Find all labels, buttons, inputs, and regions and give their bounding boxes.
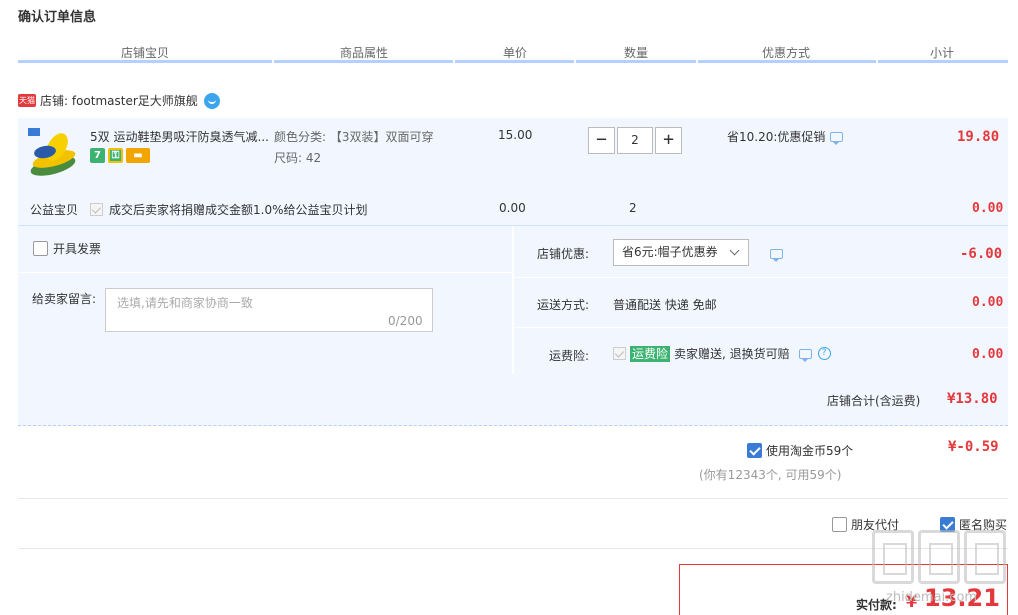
product-title[interactable]: 5双 运动鞋垫男吸汗防臭透气减...: [90, 128, 268, 145]
insurance-checkbox: [613, 347, 626, 360]
col-header-qty: 数量: [624, 46, 649, 60]
coupon-value: 省6元:帽子优惠券: [622, 245, 718, 259]
store-total-amount: ¥13.80: [947, 391, 998, 407]
message-placeholder: 选填,请先和商家协商一致: [117, 296, 253, 310]
shipping-amount: 0.00: [972, 295, 1004, 310]
attr-color: 颜色分类: 【3双装】双面可穿: [274, 130, 434, 144]
promo-info: 省10.20:优惠促销: [727, 128, 844, 145]
charity-price: 0.00: [499, 201, 526, 215]
charity-checkbox: [90, 203, 103, 216]
charity-subtotal: 0.00: [972, 201, 1004, 216]
insurance-text: 卖家赠送, 退换货可赔: [674, 347, 790, 361]
seven-day-return-icon: 7: [90, 148, 105, 163]
charity-info: 成交后卖家将捐赠成交金额1.0%给公益宝贝计划: [90, 201, 368, 218]
help-icon[interactable]: ?: [817, 347, 831, 360]
insurance-comment-icon[interactable]: [798, 348, 812, 362]
store-total-label: 店铺合计(含运费): [827, 394, 921, 408]
watermark-logo: [872, 530, 1012, 590]
tmall-icon: 天猫: [18, 94, 36, 107]
attr-size: 尺码: 42: [274, 151, 322, 165]
insurance-info: 运费险 卖家赠送, 退换货可赔 ?: [613, 345, 831, 362]
insurance-label: 运费险:: [549, 349, 590, 363]
taobao-coin-amount: ¥-0.59: [948, 439, 999, 455]
message-label: 给卖家留言:: [32, 292, 97, 306]
charity-label: 公益宝贝: [30, 203, 79, 217]
decrease-button[interactable]: −: [588, 127, 615, 154]
watermark-url: zhidemai.com: [886, 590, 978, 605]
col-header-discount: 优惠方式: [762, 46, 811, 60]
shop-discount-amount: -6.00: [960, 246, 1003, 262]
quantity-input[interactable]: 2: [617, 127, 653, 154]
product-service-icons: 7 ⚿ ▬: [90, 148, 150, 163]
col-header-subtotal: 小计: [930, 46, 955, 60]
divider: [18, 498, 1008, 499]
comment-icon[interactable]: [830, 131, 844, 145]
shipping-label: 运送方式:: [537, 298, 590, 312]
item-price: 15.00: [498, 128, 533, 142]
friend-pay-checkbox[interactable]: [832, 517, 847, 532]
invoice-checkbox[interactable]: [33, 241, 48, 256]
charity-text: 成交后卖家将捐赠成交金额1.0%给公益宝贝计划: [109, 203, 368, 217]
quantity-stepper: − 2 +: [588, 127, 682, 154]
taobao-coin-label: 使用淘金币59个: [766, 444, 854, 458]
taobao-coin-checkbox[interactable]: [747, 443, 762, 458]
shop-name[interactable]: 店铺: footmaster足大师旗舰: [40, 92, 198, 109]
col-header-item: 店铺宝贝: [121, 46, 170, 60]
shield-icon: ⚿: [108, 148, 123, 163]
invoice-label: 开具发票: [53, 242, 102, 256]
insurance-badge: 运费险: [630, 345, 671, 362]
divider: [18, 548, 1008, 549]
page-title: 确认订单信息: [18, 10, 97, 25]
shipping-value: 普通配送 快递 免邮: [613, 298, 717, 312]
charity-quantity: 2: [629, 201, 637, 215]
product-image[interactable]: [28, 128, 78, 180]
taobao-coin-note: (你有12343个, 可用59个): [699, 468, 842, 482]
item-subtotal: 19.80: [957, 129, 1000, 145]
increase-button[interactable]: +: [655, 127, 682, 154]
coupon-comment-icon[interactable]: [770, 249, 783, 262]
header-divider: [18, 60, 1008, 63]
wangwang-chat-icon[interactable]: [203, 92, 220, 109]
promo-text: 省10.20:优惠促销: [727, 130, 826, 144]
card-icon: ▬: [126, 148, 150, 163]
shop-discount-label: 店铺优惠:: [537, 247, 590, 261]
taobao-coin-option[interactable]: 使用淘金币59个: [747, 442, 853, 459]
col-header-attr: 商品属性: [340, 46, 389, 60]
chevron-down-icon: [729, 245, 740, 256]
message-char-count: 0/200: [388, 314, 423, 328]
coupon-select[interactable]: 省6元:帽子优惠券: [613, 239, 749, 266]
insurance-amount: 0.00: [972, 347, 1004, 362]
col-header-price: 单价: [503, 46, 528, 60]
invoice-option[interactable]: 开具发票: [33, 240, 101, 257]
shop-row: 天猫 店铺: footmaster足大师旗舰: [18, 92, 220, 109]
